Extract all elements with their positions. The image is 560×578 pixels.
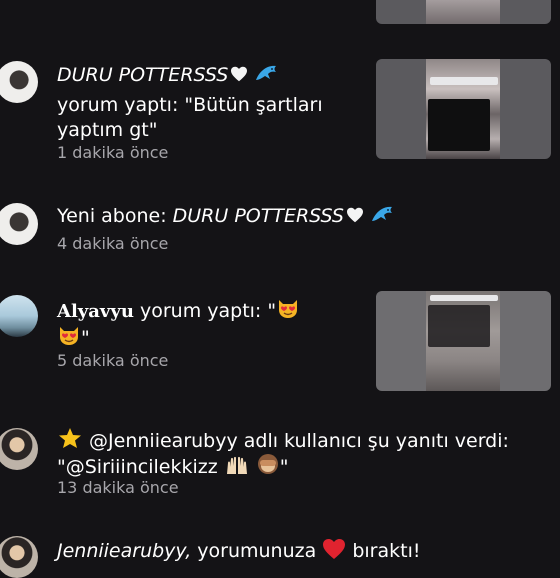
white-heart-icon (346, 207, 363, 223)
dolphin-icon (256, 65, 277, 80)
video-thumbnail[interactable] (376, 0, 551, 24)
comment-text: yorum yaptı: "Bütün şartları (57, 94, 323, 116)
notification-text: Alyavyu yorum yaptı: " (57, 296, 300, 324)
username[interactable]: DURU POTTERSSS (173, 205, 344, 227)
notification-text: DURU POTTERSSS (57, 62, 280, 88)
notification-feed: DURU POTTERSSS yorum yaptı: "Bütün şartl… (0, 0, 560, 578)
timestamp: 5 dakika önce (57, 351, 169, 370)
timestamp: 13 dakika önce (57, 478, 179, 497)
reply-text: "@Siriiincilekkizz " (57, 452, 289, 480)
video-thumbnail[interactable] (376, 59, 551, 159)
comment-text: yorum yaptı: " (133, 300, 277, 322)
comment-text: " (57, 323, 90, 351)
timestamp: 4 dakika önce (57, 234, 169, 253)
video-thumbnail[interactable] (376, 291, 551, 391)
subscriber-label: Yeni abone: (57, 205, 173, 227)
quote-end: " (279, 456, 289, 478)
notification-text: @Jenniiearubyy adlı kullanıcı şu yanıtı … (57, 426, 509, 454)
dolphin-icon (372, 206, 393, 221)
avatar[interactable] (0, 295, 38, 337)
avatar[interactable] (0, 203, 38, 245)
username[interactable]: DURU POTTERSSS (57, 64, 228, 86)
username[interactable]: Jenniiearubyy, (57, 540, 191, 562)
like-text: yorumunuza (191, 540, 317, 562)
heart-eyes-cat-icon (279, 300, 298, 318)
comment-text: yaptım gt" (57, 119, 158, 141)
raised-hands-icon (226, 456, 247, 474)
glowing-star-icon (59, 428, 81, 448)
see-no-evil-monkey-icon (257, 454, 278, 474)
notification-text: Jenniiearubyy, yorumunuza bıraktı! (57, 538, 421, 564)
avatar[interactable] (0, 536, 38, 578)
red-heart-icon (323, 539, 346, 559)
avatar[interactable] (0, 428, 38, 470)
reply-text: @Jenniiearubyy adlı kullanıcı şu yanıtı … (89, 430, 509, 452)
avatar[interactable] (0, 61, 38, 103)
like-text: bıraktı! (352, 540, 421, 562)
timestamp: 1 dakika önce (57, 143, 169, 162)
quote-end: " (81, 327, 90, 349)
white-heart-icon (231, 66, 248, 82)
username[interactable]: Alyavyu (57, 301, 134, 322)
notification-text: Yeni abone: DURU POTTERSSS (57, 203, 396, 229)
heart-eyes-cat-icon (60, 327, 78, 345)
